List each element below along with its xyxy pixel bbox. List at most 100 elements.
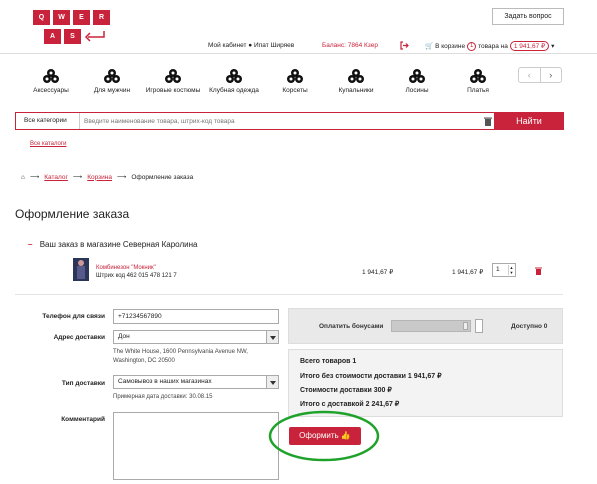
my-cabinet-link[interactable]: Мой кабинет ● Ипат Ширяев: [208, 42, 294, 49]
category-item[interactable]: Игровые костюмы: [143, 68, 203, 95]
balance-text: Баланс: 7864 Кзер: [322, 42, 378, 49]
category-item[interactable]: Для мужчин: [82, 68, 142, 95]
logo-letter: R: [93, 10, 110, 25]
product-thumbnail[interactable]: [73, 258, 89, 281]
collapse-icon: –: [28, 240, 33, 249]
category-item[interactable]: Аксессуары: [21, 68, 81, 95]
address-label: Адрес доставки: [53, 334, 105, 341]
category-stack-icon: [43, 69, 59, 83]
bonus-available: Доступно 0: [511, 323, 548, 330]
category-stack-icon: [104, 69, 120, 83]
breadcrumb-catalog[interactable]: Каталог: [44, 174, 68, 181]
cart-icon: 🛒: [425, 43, 434, 50]
delete-icon[interactable]: [535, 267, 542, 275]
address-select[interactable]: Дон: [113, 330, 279, 344]
category-label: Корсеты: [282, 87, 308, 94]
phone-label: Телефон для связи: [42, 313, 105, 320]
comment-field[interactable]: [113, 412, 279, 480]
comment-label: Комментарий: [61, 416, 105, 423]
category-pager: ‹ ›: [518, 67, 562, 83]
chevron-down-icon[interactable]: ▾: [551, 42, 554, 50]
address-note-line: The White House, 1600 Pennsylvania Avenu…: [113, 349, 248, 355]
cart-total-badge: 1 941,67 ₽: [509, 41, 550, 51]
breadcrumb-current: Оформление заказа: [131, 173, 194, 181]
cart-summary[interactable]: 🛒 В корзине 1 товара на 1 941,67 ₽ ▾: [425, 41, 554, 51]
logo-letter: E: [73, 10, 90, 25]
delivery-type-label: Тип доставки: [61, 380, 105, 387]
product-name[interactable]: Комбинезон "Мокник": [96, 265, 156, 271]
slider-handle[interactable]: [463, 322, 468, 330]
chevron-down-icon: [266, 376, 278, 388]
cabinet-label: Мой кабинет: [208, 42, 247, 49]
logo-letter: Q: [33, 10, 50, 25]
category-label: Лосины: [405, 87, 429, 94]
phone-input[interactable]: +71234567890: [113, 309, 279, 324]
category-label: Для мужчин: [93, 87, 131, 94]
category-stack-icon: [409, 69, 425, 83]
delivery-type-value: Самовывоз в наших магазинах: [118, 378, 212, 385]
logout-icon[interactable]: [400, 41, 409, 50]
bonus-slider[interactable]: [391, 320, 471, 332]
search-button[interactable]: Найти: [494, 112, 564, 130]
search-input[interactable]: [84, 114, 484, 128]
trash-icon[interactable]: [484, 117, 492, 126]
category-item[interactable]: Купальники: [326, 68, 386, 95]
chevron-right-icon[interactable]: ›: [541, 68, 562, 82]
category-stack-icon: [470, 69, 486, 83]
category-label: Платья: [467, 87, 489, 94]
summary-without-delivery: Итого без стоимости доставки 1 941,67 ₽: [300, 373, 442, 380]
ask-question-button[interactable]: Задать вопрос: [492, 8, 564, 25]
summary-panel: Всего товаров 1 Итого без стоимости дост…: [288, 349, 563, 417]
bonus-input[interactable]: [475, 319, 483, 333]
address-value: Дон: [118, 333, 130, 340]
category-label: Игровые костюмы: [145, 87, 201, 94]
delivery-type-select[interactable]: Самовывоз в наших магазинах: [113, 375, 279, 389]
category-label: Клубная одежда: [209, 87, 259, 94]
user-icon: ●: [248, 42, 253, 49]
address-note-line: Washington, DC 20500: [113, 358, 175, 364]
bonus-panel: Оплатить бонусами Доступно 0: [288, 308, 563, 344]
category-item[interactable]: Лосины: [387, 68, 447, 95]
summary-total-items: Всего товаров 1: [300, 358, 357, 365]
category-item[interactable]: Платья: [448, 68, 508, 95]
page-title: Оформление заказа: [15, 207, 130, 221]
delivery-date: Примерная дата доставки: 30.08.15: [113, 394, 213, 400]
category-stack-icon: [348, 69, 364, 83]
product-barcode: Штрих код 462 015 478 121 7: [96, 273, 177, 279]
cart-prefix: В корзине: [435, 42, 466, 50]
logo-letter: W: [53, 10, 70, 25]
category-stack-icon: [165, 69, 181, 83]
quantity-stepper[interactable]: 1 ▲ ▼: [492, 263, 516, 277]
search-bar: Все категории Найти: [15, 112, 564, 130]
category-item[interactable]: Корсеты: [265, 68, 325, 95]
cart-middle: товара на: [478, 42, 508, 50]
product-price: 1 941,67 ₽: [362, 269, 394, 276]
bonus-label: Оплатить бонусами: [319, 323, 384, 330]
summary-delivery-cost: Стоимости доставки 300 ₽: [300, 387, 392, 394]
category-label: Аксессуары: [33, 87, 69, 94]
summary-with-delivery: Итого с доставкой 2 241,67 ₽: [300, 401, 400, 408]
chevron-down-icon: [266, 331, 278, 343]
category-stack-icon: [226, 69, 242, 83]
store-order-title: Ваш заказ в магазине Северная Каролина: [39, 240, 198, 249]
stepper-arrows-icon[interactable]: ▲ ▼: [508, 265, 514, 275]
store-order-header[interactable]: – Ваш заказ в магазине Северная Каролина: [28, 240, 197, 249]
highlight-circle: [268, 410, 380, 462]
logo-letter: S: [64, 29, 81, 44]
arrow-right-icon: ⟶: [117, 174, 127, 181]
product-sum: 1 941,67 ₽: [452, 269, 484, 276]
category-item[interactable]: Клубная одежда: [204, 68, 264, 95]
header-divider: [0, 53, 597, 54]
home-icon[interactable]: ⌂: [21, 174, 25, 181]
user-name: Ипат Ширяев: [254, 42, 295, 49]
breadcrumb-cart[interactable]: Корзина: [87, 174, 112, 181]
all-catalogs-link[interactable]: Все каталоги: [30, 141, 66, 147]
arrow-right-icon: ⟶: [72, 174, 83, 181]
chevron-left-icon[interactable]: ‹: [519, 68, 541, 82]
breadcrumb: ⌂ ⟶ Каталог ⟶ Корзина ⟶ Оформление заказ…: [21, 173, 194, 182]
order-divider: [15, 294, 563, 295]
address-note: The White House, 1600 Pennsylvania Avenu…: [113, 348, 248, 366]
category-select[interactable]: Все категории: [16, 113, 80, 129]
category-label: Купальники: [338, 87, 374, 94]
quantity-value: 1: [496, 266, 500, 273]
